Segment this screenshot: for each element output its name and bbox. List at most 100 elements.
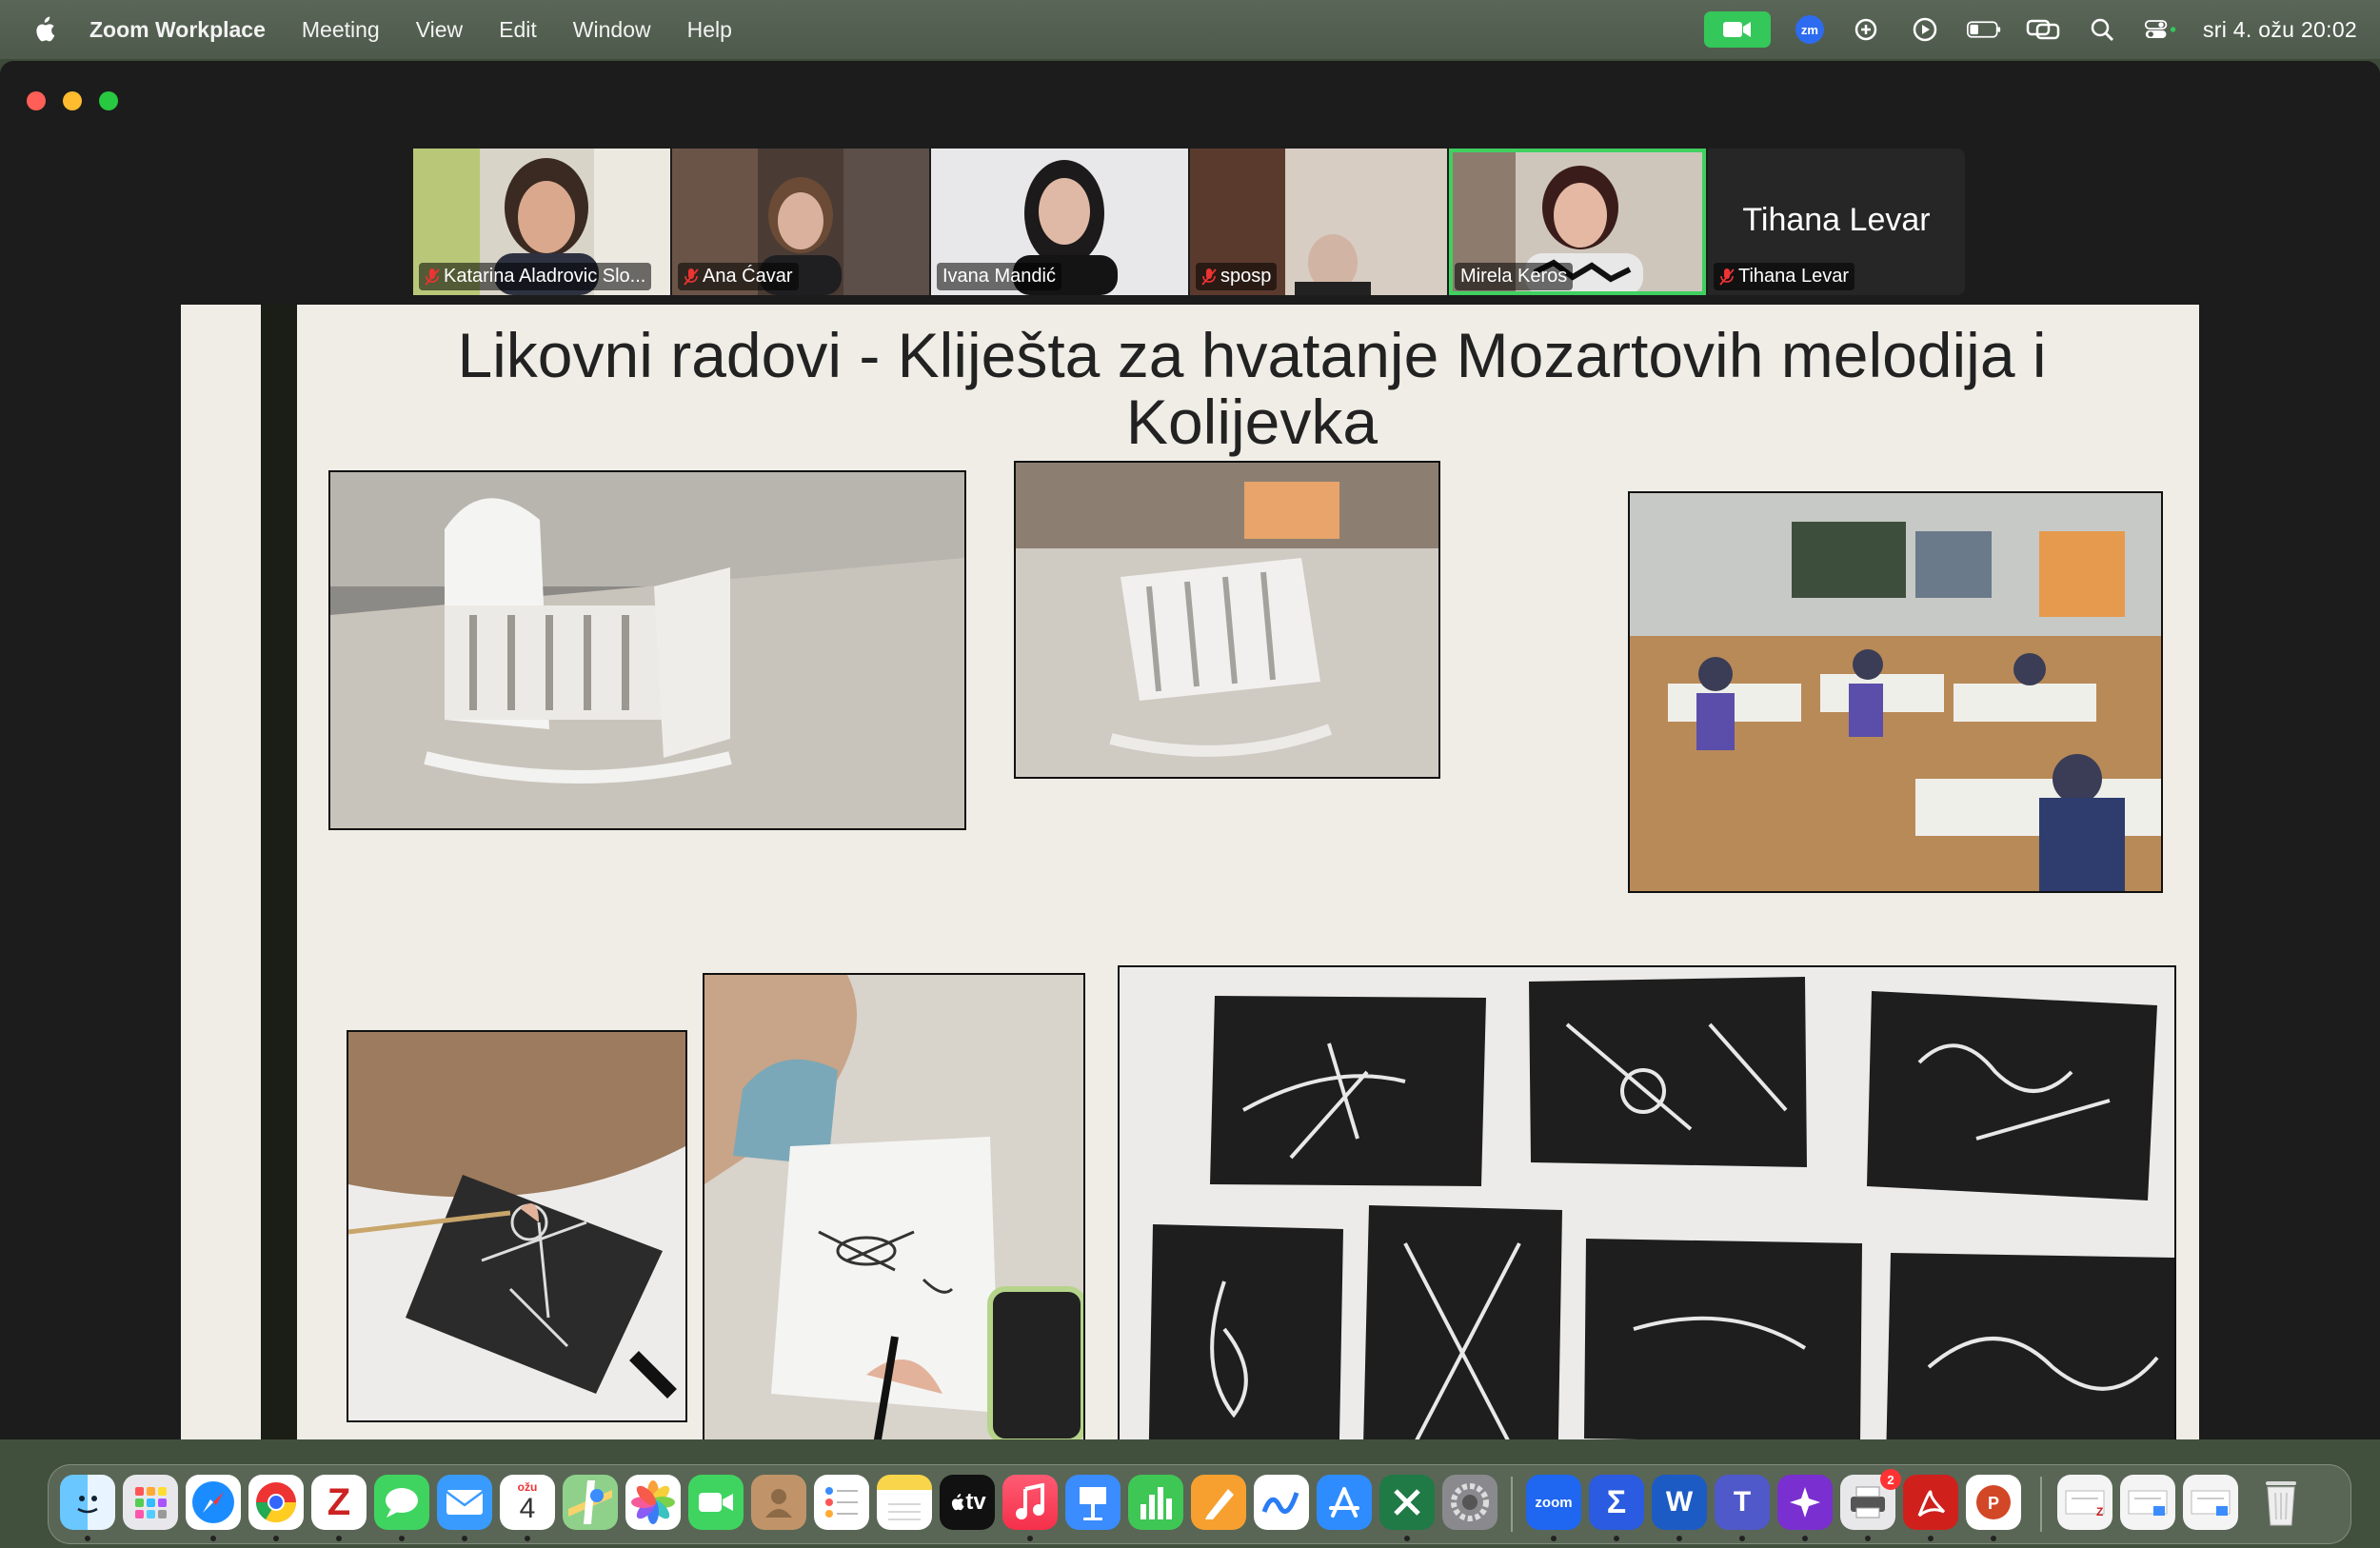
menu-meeting[interactable]: Meeting	[302, 17, 380, 43]
mic-muted-icon	[1719, 268, 1735, 286]
slide-title-line: Likovni radovi - Kliješta za hvatanje Mo…	[457, 320, 2047, 390]
zotero-icon[interactable]: Z	[311, 1475, 367, 1530]
apple-tv-icon[interactable]: tv	[940, 1475, 995, 1530]
participant-name: Katarina Aladrovic Slo...	[444, 266, 646, 287]
safari-icon[interactable]	[186, 1475, 241, 1530]
running-indicator	[1551, 1536, 1557, 1541]
launchpad-icon[interactable]	[123, 1475, 178, 1530]
trash-icon[interactable]	[2253, 1475, 2309, 1530]
calendar-icon[interactable]: ožu 4	[500, 1475, 555, 1530]
calendar-month: ožu	[517, 1480, 538, 1494]
running-indicator	[1739, 1536, 1745, 1541]
mic-muted-icon	[1201, 268, 1217, 286]
maps-icon[interactable]	[563, 1475, 618, 1530]
screen-mirroring-icon[interactable]	[2026, 15, 2060, 44]
running-indicator	[462, 1536, 467, 1541]
menu-clock[interactable]: sri 4. ožu 20:02	[2203, 17, 2357, 43]
participant-name: Ivana Mandić	[942, 266, 1056, 287]
menu-edit[interactable]: Edit	[499, 17, 537, 43]
system-settings-icon[interactable]	[1442, 1475, 1497, 1530]
play-icon[interactable]	[1908, 15, 1942, 44]
menu-window[interactable]: Window	[573, 17, 651, 43]
music-icon[interactable]	[1002, 1475, 1058, 1530]
artworks-collage-photo	[1118, 965, 2176, 1493]
menu-view[interactable]: View	[416, 17, 463, 43]
participant-name-tag: Katarina Aladrovic Slo...	[419, 263, 652, 290]
photos-icon[interactable]	[625, 1475, 681, 1530]
minimize-window-button[interactable]	[63, 91, 82, 110]
slide-title-line: Kolijevka	[1125, 387, 1378, 457]
participant-name-tag: Mirela Keros	[1455, 263, 1574, 290]
control-center-icon[interactable]	[2144, 15, 2178, 44]
participant-tile[interactable]: Katarina Aladrovic Slo...	[413, 149, 670, 295]
participant-tile[interactable]: sposp	[1190, 149, 1447, 295]
sigma-icon[interactable]: Σ	[1589, 1475, 1644, 1530]
messages-icon[interactable]	[374, 1475, 429, 1530]
chrome-icon[interactable]	[248, 1475, 304, 1530]
numbers-icon[interactable]	[1128, 1475, 1183, 1530]
spotlight-cloud-icon[interactable]	[1849, 15, 1883, 44]
participant-tile-active-speaker[interactable]: Mirela Keros	[1449, 149, 1706, 295]
running-indicator	[336, 1536, 342, 1541]
participant-name-tag: Tihana Levar	[1714, 263, 1854, 290]
slide-left-margin	[181, 305, 261, 1439]
keynote-icon[interactable]	[1065, 1475, 1121, 1530]
participant-name: sposp	[1220, 266, 1272, 287]
student-drawing-photo-1	[347, 1030, 687, 1422]
running-indicator	[1027, 1536, 1033, 1541]
notes-icon[interactable]	[877, 1475, 932, 1530]
participant-tile[interactable]: Ivana Mandić	[931, 149, 1188, 295]
acrobat-icon[interactable]	[1903, 1475, 1958, 1530]
paper-cradle-photo-1	[328, 470, 966, 830]
participant-tile[interactable]: Tihana Levar Tihana Levar	[1708, 149, 1965, 295]
reminders-icon[interactable]	[814, 1475, 869, 1530]
participant-name: Ana Ćavar	[703, 266, 793, 287]
participant-name-tag: Ana Ćavar	[678, 263, 799, 290]
documents-stack-icon[interactable]	[2120, 1475, 2175, 1530]
running-indicator	[1928, 1536, 1934, 1541]
participant-name: Mirela Keros	[1460, 266, 1568, 287]
participant-name-tag: sposp	[1196, 263, 1278, 290]
shared-screen-slide[interactable]: Likovni radovi - Kliješta za hvatanje Mo…	[181, 305, 2199, 1493]
participant-tile[interactable]: Ana Ćavar	[672, 149, 929, 295]
running-indicator	[399, 1536, 405, 1541]
dock-separator	[1511, 1477, 1513, 1532]
printer-badge: 2	[1880, 1469, 1901, 1490]
menu-help[interactable]: Help	[687, 17, 732, 43]
downloads-stack-icon[interactable]: Z	[2057, 1475, 2112, 1530]
menu-app-name[interactable]: Zoom Workplace	[89, 17, 266, 43]
running-indicator	[1865, 1536, 1871, 1541]
running-indicator	[210, 1536, 216, 1541]
apple-tv-label: tv	[965, 1489, 986, 1515]
running-indicator	[85, 1536, 90, 1541]
zoom-app-icon[interactable]: zm	[1795, 15, 1824, 44]
finder-icon[interactable]	[60, 1475, 115, 1530]
zoom-camera-icon[interactable]	[1703, 11, 1771, 48]
running-indicator	[1991, 1536, 1996, 1541]
printer-icon[interactable]: 2	[1840, 1469, 1901, 1530]
close-window-button[interactable]	[27, 91, 46, 110]
participant-display-name: Tihana Levar	[1742, 202, 1931, 238]
excel-icon[interactable]	[1379, 1475, 1435, 1530]
facetime-icon[interactable]	[688, 1475, 744, 1530]
powerpoint-icon[interactable]: P	[1966, 1475, 2021, 1530]
pages-icon[interactable]	[1191, 1475, 1246, 1530]
dock: Z ožu 4 tv zoom Σ W T 2 P Z	[48, 1464, 2351, 1544]
mic-muted-icon	[425, 268, 440, 286]
battery-icon[interactable]	[1966, 15, 2001, 44]
teams-icon[interactable]: T	[1715, 1475, 1770, 1530]
apple-menu-icon[interactable]	[30, 15, 57, 44]
mail-icon[interactable]	[437, 1475, 492, 1530]
word-icon[interactable]: W	[1652, 1475, 1707, 1530]
files-stack-icon[interactable]	[2183, 1475, 2238, 1530]
fullscreen-window-button[interactable]	[99, 91, 118, 110]
app-store-icon[interactable]	[1317, 1475, 1372, 1530]
zoom-icon[interactable]: zoom	[1526, 1475, 1581, 1530]
dock-separator	[2040, 1477, 2042, 1532]
ai-assistant-icon[interactable]	[1777, 1475, 1833, 1530]
contacts-icon[interactable]	[751, 1475, 806, 1530]
freeform-icon[interactable]	[1254, 1475, 1309, 1530]
apple-logo-icon	[952, 1494, 964, 1511]
running-indicator	[1676, 1536, 1682, 1541]
search-icon[interactable]	[2085, 15, 2119, 44]
